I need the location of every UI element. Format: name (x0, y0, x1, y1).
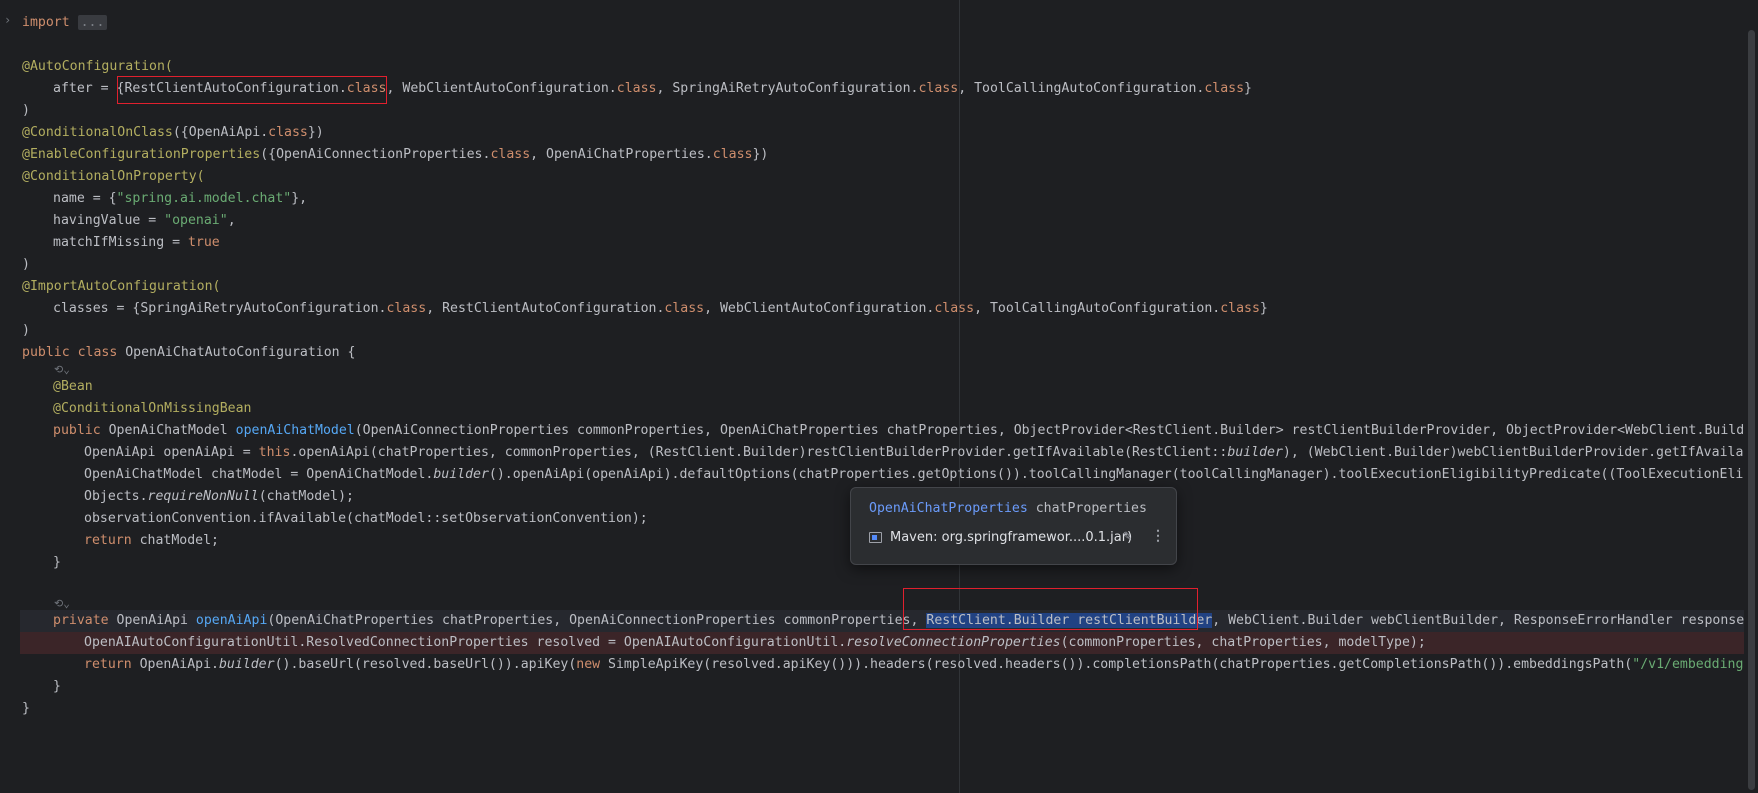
code-line-method-close[interactable]: } (22, 552, 61, 574)
popup-library-row: Maven: org.springframewor....0.1.jar) (869, 530, 1132, 545)
highlight-box-restclient-builder (903, 588, 1198, 630)
code-line-paren-close-2[interactable]: ) (22, 254, 30, 276)
code-line-require-non-null[interactable]: Objects.requireNonNull(chatModel); (22, 486, 354, 508)
code-line-match-if-missing[interactable]: matchIfMissing = true (22, 232, 220, 254)
code-line-autoconfiguration[interactable]: @AutoConfiguration( (22, 56, 173, 78)
code-lens-icon[interactable]: ⟲⌄ (54, 363, 70, 377)
code-line-classes[interactable]: classes = {SpringAiRetryAutoConfiguratio… (22, 298, 1268, 320)
code-line-bean[interactable]: @Bean (22, 376, 93, 398)
parameter-info-popup[interactable]: OpenAiChatProperties chatProperties Mave… (850, 487, 1177, 565)
gutter: › (0, 0, 20, 793)
library-label: Maven: org.springframewor....0.1.jar) (890, 530, 1133, 545)
code-line-paren-close[interactable]: ) (22, 100, 30, 122)
code-line-class-close[interactable]: } (22, 698, 30, 720)
popup-signature: OpenAiChatProperties chatProperties (869, 501, 1147, 516)
code-line-return-builder[interactable]: return OpenAiApi.builder().baseUrl(resol… (22, 654, 1758, 676)
code-line-openaiapi-assign[interactable]: OpenAiApi openAiApi = this.openAiApi(cha… (22, 442, 1758, 464)
more-icon[interactable]: ⋮ (1151, 528, 1165, 544)
code-line-method-close-2[interactable]: } (22, 676, 61, 698)
code-line-conditional-on-class[interactable]: @ConditionalOnClass({OpenAiApi.class}) (22, 122, 324, 144)
library-icon (869, 532, 882, 543)
vertical-scrollbar[interactable] (1744, 0, 1758, 793)
code-line-return-chatmodel[interactable]: return chatModel; (22, 530, 219, 552)
code-line-name[interactable]: name = {"spring.ai.model.chat"}, (22, 188, 307, 210)
code-line-resolved[interactable]: OpenAIAutoConfigurationUtil.ResolvedConn… (22, 632, 1426, 654)
code-line-conditional-on-missing-bean[interactable]: @ConditionalOnMissingBean (22, 398, 252, 420)
code-editor[interactable]: › import ... @AutoConfiguration( after =… (0, 0, 1758, 793)
code-line-class-declaration[interactable]: public class OpenAiChatAutoConfiguration… (22, 342, 355, 364)
code-line-enable-properties[interactable]: @EnableConfigurationProperties({OpenAiCo… (22, 144, 768, 166)
folded-imports[interactable]: ... (77, 15, 108, 30)
code-line-chatmodel-assign[interactable]: OpenAiChatModel chatModel = OpenAiChatMo… (22, 464, 1758, 486)
code-line-method-openaiapi[interactable]: private OpenAiApi openAiApi(OpenAiChatPr… (22, 610, 1758, 632)
code-line-observation[interactable]: observationConvention.ifAvailable(chatMo… (22, 508, 648, 530)
code-line-paren-close-3[interactable]: ) (22, 320, 30, 342)
code-lens-icon-2[interactable]: ⟲⌄ (54, 597, 70, 611)
code-line-method-openaichatmodel[interactable]: public OpenAiChatModel openAiChatModel(O… (22, 420, 1758, 442)
code-line-import[interactable]: import ... (22, 12, 108, 34)
highlight-box-restclient-class (117, 76, 387, 104)
scrollbar-thumb[interactable] (1748, 30, 1755, 790)
code-line-conditional-on-property[interactable]: @ConditionalOnProperty( (22, 166, 205, 188)
fold-arrow-icon[interactable]: › (4, 13, 11, 27)
code-line-having-value[interactable]: havingValue = "openai", (22, 210, 236, 232)
edit-icon[interactable]: ✎ (1123, 528, 1131, 544)
code-line-import-auto-configuration[interactable]: @ImportAutoConfiguration( (22, 276, 221, 298)
